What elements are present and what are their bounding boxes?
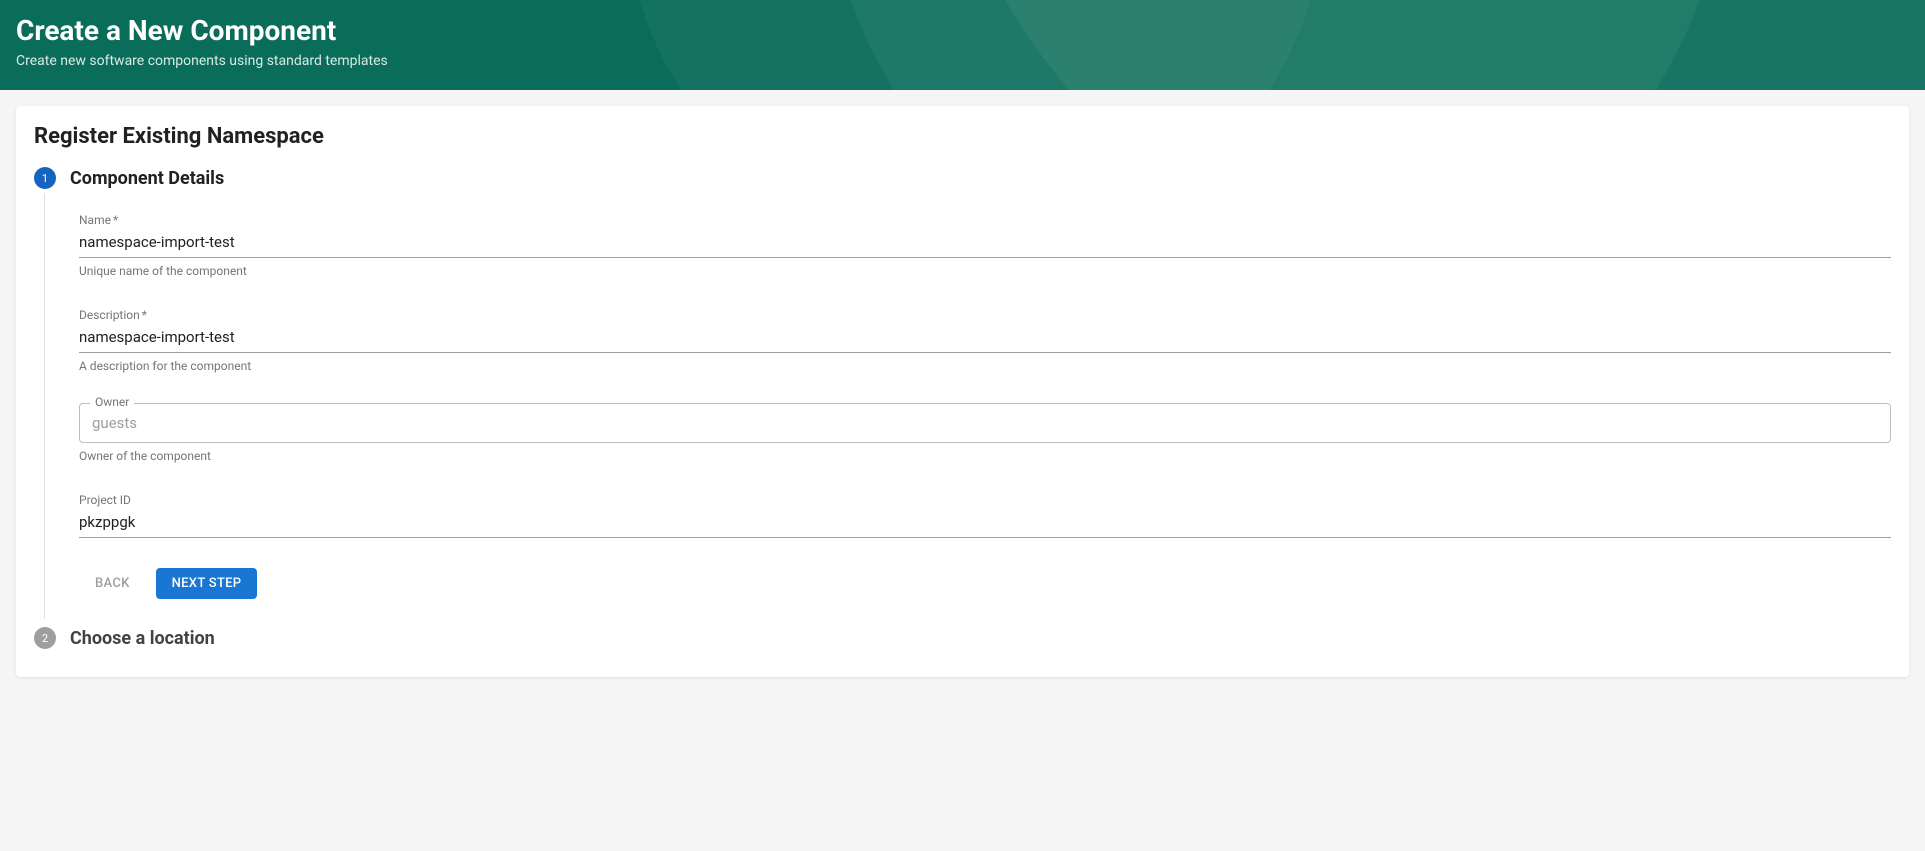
step-1-body: Name* Unique name of the component Descr…: [44, 193, 1891, 619]
description-label: Description*: [79, 308, 1891, 322]
name-required: *: [113, 213, 118, 227]
project-id-label: Project ID: [79, 493, 1891, 507]
name-helper: Unique name of the component: [79, 264, 1891, 278]
form-card: Register Existing Namespace 1 Component …: [16, 106, 1909, 677]
step-2-badge: 2: [34, 627, 56, 649]
name-label: Name*: [79, 213, 1891, 227]
description-label-text: Description: [79, 308, 140, 322]
name-input[interactable]: [79, 229, 1891, 258]
step-1-badge: 1: [34, 167, 56, 189]
page-banner: Create a New Component Create new softwa…: [0, 0, 1925, 90]
next-step-button[interactable]: Next Step: [156, 568, 258, 599]
step-actions: Back Next Step: [79, 568, 1891, 599]
back-button[interactable]: Back: [79, 568, 146, 599]
project-id-input[interactable]: [79, 509, 1891, 538]
description-field: Description* A description for the compo…: [79, 308, 1891, 373]
owner-input[interactable]: [92, 414, 1878, 432]
owner-helper: Owner of the component: [79, 449, 1891, 463]
step-2-title: Choose a location: [70, 628, 215, 649]
step-1-title: Component Details: [70, 168, 224, 189]
owner-label: Owner: [90, 395, 134, 409]
description-helper: A description for the component: [79, 359, 1891, 373]
name-label-text: Name: [79, 213, 111, 227]
description-required: *: [142, 308, 147, 322]
owner-box: Owner: [79, 403, 1891, 443]
page-title: Create a New Component: [16, 14, 1909, 47]
step-2-header[interactable]: 2 Choose a location: [34, 627, 1891, 649]
owner-field: Owner Owner of the component: [79, 403, 1891, 463]
description-input[interactable]: [79, 324, 1891, 353]
card-title: Register Existing Namespace: [34, 124, 1891, 149]
page-subtitle: Create new software components using sta…: [16, 53, 1909, 69]
name-field: Name* Unique name of the component: [79, 213, 1891, 278]
step-1-header: 1 Component Details: [34, 167, 1891, 189]
project-id-field: Project ID: [79, 493, 1891, 538]
